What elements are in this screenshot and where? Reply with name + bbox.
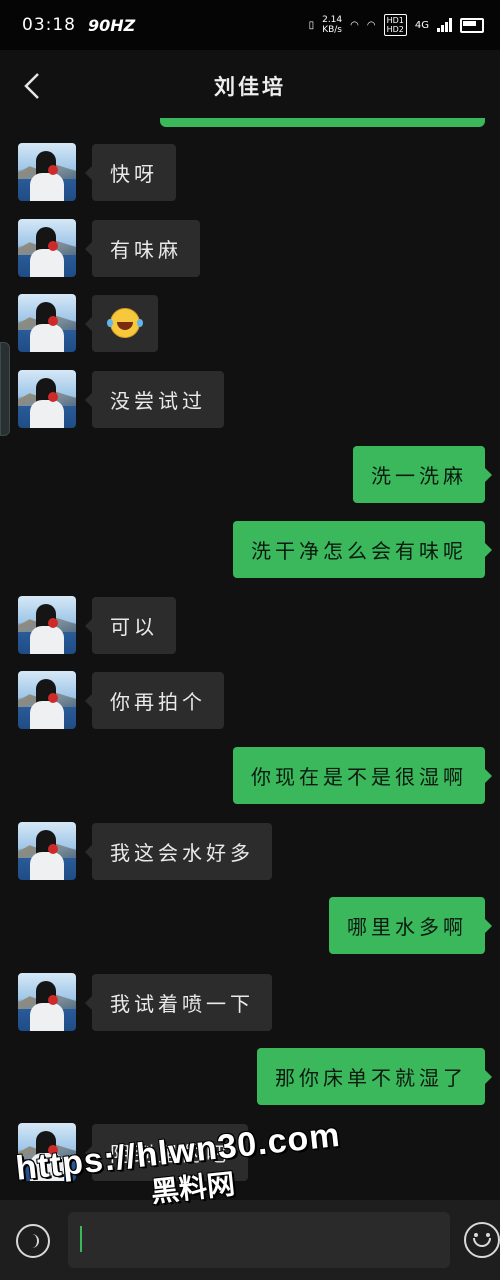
message-bubble[interactable]: 你现在是不是很湿啊 — [233, 747, 492, 804]
message-row-incoming: 快呀 — [18, 143, 176, 201]
message-row-incoming: 可以 — [18, 596, 176, 654]
contact-avatar[interactable] — [18, 822, 76, 880]
hd-badge: HD1 HD2 — [383, 14, 407, 36]
network-type: 4G — [414, 19, 429, 31]
message-bubble[interactable]: 我试着喷一下 — [85, 973, 272, 1031]
contact-avatar[interactable] — [18, 596, 76, 654]
contact-avatar[interactable] — [18, 143, 76, 201]
previous-message-bubble-edge — [160, 118, 485, 127]
message-bubble[interactable]: 洗干净怎么会有味呢 — [233, 521, 492, 578]
side-drag-handle[interactable] — [0, 342, 10, 436]
message-bubble[interactable]: 你再拍个 — [85, 671, 224, 729]
refresh-rate: 90HZ — [88, 15, 136, 35]
message-row-incoming: 我试着喷一下 — [18, 973, 272, 1031]
wifi-icon: ◠ — [350, 19, 359, 31]
message-row-outgoing: 洗一洗麻 — [353, 446, 492, 503]
message-bubble[interactable]: 我这会水好多 — [85, 822, 272, 880]
smiley-icon[interactable] — [464, 1222, 500, 1258]
contact-avatar[interactable] — [18, 219, 76, 277]
network-speed: 2.14 KB/s — [322, 15, 342, 35]
hd1-label: HD1 — [386, 16, 404, 25]
contact-avatar[interactable] — [18, 671, 76, 729]
battery-icon — [460, 17, 484, 33]
network-speed-value: 2.14 — [322, 15, 343, 25]
message-row-outgoing: 洗干净怎么会有味呢 — [233, 521, 492, 578]
message-bubble[interactable]: 哪里水多啊 — [329, 897, 492, 954]
message-bubble-emoji[interactable] — [85, 294, 158, 352]
message-bubble[interactable]: 可以 — [85, 596, 176, 654]
message-row-incoming: 我这会水好多 — [18, 822, 272, 880]
hd2-label: HD2 — [386, 25, 404, 34]
message-bubble[interactable]: 有味麻 — [85, 219, 200, 277]
message-row-incoming: 有味麻 — [18, 219, 200, 277]
contact-avatar[interactable] — [18, 370, 76, 428]
message-row-incoming — [18, 294, 158, 352]
message-row-outgoing: 哪里水多啊 — [329, 897, 492, 954]
laughing-crying-emoji-icon — [107, 308, 140, 338]
status-bar: 03:18 90HZ ▯ 2.14 KB/s ◠ ◠ HD1 HD2 4G — [0, 0, 500, 50]
status-icons: ▯ 2.14 KB/s ◠ ◠ HD1 HD2 4G — [309, 14, 484, 36]
chat-header: 刘佳培 — [0, 50, 500, 122]
contact-name: 刘佳培 — [214, 74, 286, 99]
network-speed-unit: KB/s — [322, 25, 343, 35]
message-input[interactable] — [68, 1212, 450, 1268]
status-time: 03:18 — [22, 15, 76, 35]
message-row-incoming: 没尝试过 — [18, 370, 224, 428]
vibrate-icon: ▯ — [308, 19, 315, 31]
message-bubble[interactable]: 没尝试过 — [85, 370, 224, 428]
message-bubble[interactable]: 洗一洗麻 — [353, 446, 492, 503]
contact-avatar[interactable] — [18, 973, 76, 1031]
message-row-outgoing: 你现在是不是很湿啊 — [233, 747, 492, 804]
message-bubble[interactable]: 那你床单不就湿了 — [257, 1048, 492, 1105]
back-arrow-icon[interactable] — [18, 68, 50, 104]
text-cursor — [80, 1226, 82, 1252]
wifi-icon-2: ◠ — [366, 19, 376, 31]
message-row-outgoing: 那你床单不就湿了 — [257, 1048, 492, 1105]
voice-icon[interactable] — [16, 1224, 50, 1258]
message-row-incoming: 你再拍个 — [18, 671, 224, 729]
signal-icon — [437, 18, 452, 32]
message-bubble[interactable]: 快呀 — [85, 143, 176, 201]
contact-avatar[interactable] — [18, 294, 76, 352]
